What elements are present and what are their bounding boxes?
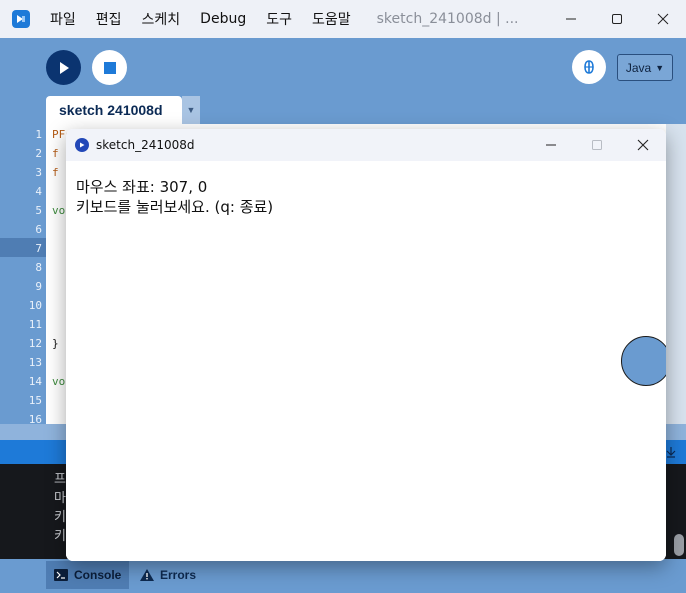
chevron-down-icon: ▼	[186, 105, 196, 115]
tab-errors[interactable]: Errors	[132, 561, 204, 589]
line-number: 4	[35, 185, 42, 198]
mode-selector[interactable]: Java ▼	[617, 54, 673, 81]
sketch-window-title: sketch_241008d	[96, 138, 195, 152]
tab-menu-button[interactable]: ▼	[182, 96, 200, 124]
line-number: 1	[35, 128, 42, 141]
line-number: 14	[28, 375, 42, 388]
mode-label: Java	[625, 60, 652, 75]
sketch-minimize-button[interactable]	[528, 129, 574, 161]
ide-window-title: sketch_241008d | ...	[376, 11, 519, 27]
console-scrollbar[interactable]	[674, 534, 684, 556]
line-number: 13	[28, 356, 42, 369]
sketch-titlebar: sketch_241008d	[66, 129, 666, 161]
tab-console[interactable]: Console	[46, 561, 130, 589]
ide-close-button[interactable]	[640, 0, 686, 38]
sketch-close-button[interactable]	[620, 129, 666, 161]
line-number: 9	[35, 280, 42, 293]
line-number: 2	[35, 147, 42, 160]
terminal-icon	[54, 569, 68, 581]
line-number: 7	[35, 242, 42, 255]
chevron-down-icon: ▼	[655, 62, 665, 73]
console-line: 키	[54, 510, 66, 525]
code-line: }	[52, 337, 59, 350]
menu-edit[interactable]: 편집	[96, 9, 122, 29]
sketch-canvas[interactable]: 마우스 좌표: 307, 0 키보드를 눌러보세요. (q: 종료)	[66, 161, 666, 561]
menu-debug[interactable]: Debug	[200, 11, 246, 27]
processing-sketch-icon	[75, 138, 89, 152]
sketch-maximize-button[interactable]	[574, 129, 620, 161]
keyboard-prompt-text: 키보드를 눌러보세요. (q: 종료)	[76, 198, 274, 216]
code-line: vo	[52, 204, 66, 217]
ide-maximize-button[interactable]	[594, 0, 640, 38]
bottom-tabs: Console Errors	[0, 559, 686, 593]
line-number: 10	[28, 299, 42, 312]
ide-toolbar: Java ▼	[0, 38, 686, 96]
line-number: 11	[28, 318, 42, 331]
sketch-window-controls	[528, 129, 666, 161]
ide-titlebar: 파일 편집 스케치 Debug 도구 도움말 sketch_241008d | …	[0, 0, 686, 38]
debug-button[interactable]	[572, 50, 606, 84]
editor-tabbar: sketch 241008d ▼	[0, 96, 686, 124]
editor-scrollbar[interactable]	[666, 124, 686, 424]
line-number: 3	[35, 166, 42, 179]
tab-sketch[interactable]: sketch 241008d	[46, 96, 182, 124]
console-tab-label: Console	[74, 568, 122, 582]
menu-help[interactable]: 도움말	[312, 9, 351, 29]
menu-file[interactable]: 파일	[50, 9, 76, 29]
play-icon	[59, 61, 69, 74]
processing-app-icon	[12, 10, 30, 28]
ide-minimize-button[interactable]	[548, 0, 594, 38]
line-number: 6	[35, 223, 42, 236]
line-number-gutter: 1 2 3 4 5 6 7 8 9 10 11 12 13 14 15 16	[0, 124, 46, 426]
line-number: 15	[28, 394, 42, 407]
warning-icon	[140, 569, 154, 581]
run-button[interactable]	[46, 50, 81, 85]
ide-window-controls	[548, 0, 686, 38]
line-number: 12	[28, 337, 42, 350]
collapse-arrow-icon[interactable]	[666, 446, 676, 458]
console-line: 마	[54, 491, 66, 506]
line-number: 8	[35, 261, 42, 274]
butterfly-debug-icon	[584, 60, 594, 74]
stop-icon	[103, 61, 116, 74]
console-line: 프	[54, 472, 66, 487]
stop-button[interactable]	[92, 50, 127, 85]
line-number: 5	[35, 204, 42, 217]
sketch-window: sketch_241008d 마우스 좌표: 307, 0 키보드를 눌러보세요…	[66, 129, 666, 561]
menu-tools[interactable]: 도구	[266, 9, 292, 29]
errors-tab-label: Errors	[160, 568, 197, 582]
circle-shape	[621, 336, 666, 386]
code-line: vo	[52, 375, 66, 388]
mouse-coordinates-text: 마우스 좌표: 307, 0	[76, 178, 208, 196]
menu-sketch[interactable]: 스케치	[142, 9, 181, 29]
console-line: 키	[54, 529, 66, 544]
menu-bar: 파일 편집 스케치 Debug 도구 도움말 sketch_241008d | …	[50, 0, 519, 38]
